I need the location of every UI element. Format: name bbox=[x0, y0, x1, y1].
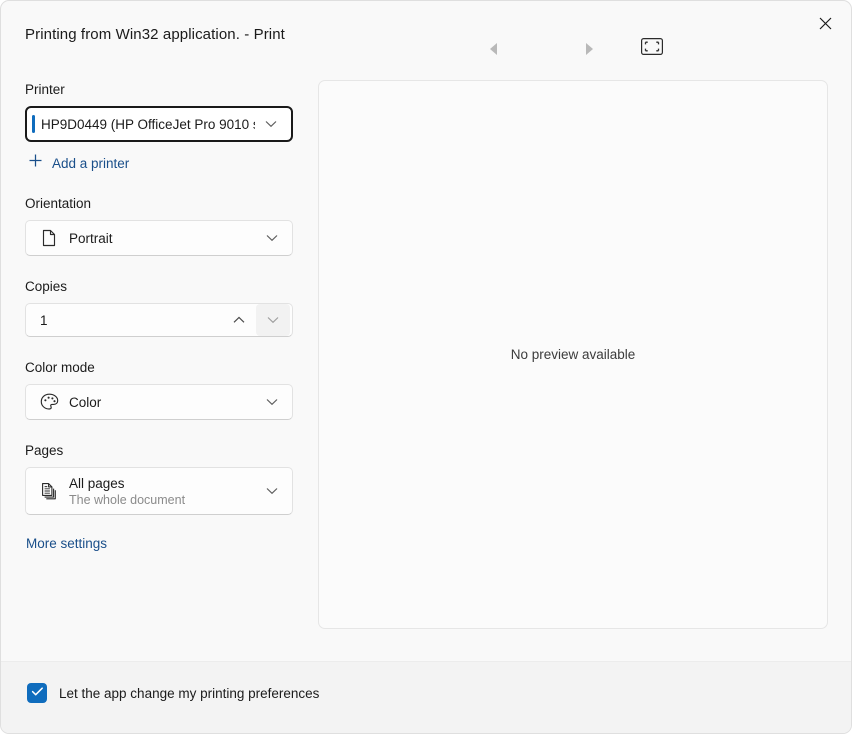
previous-page-button[interactable] bbox=[479, 35, 507, 63]
copies-stepper[interactable]: 1 bbox=[25, 303, 293, 337]
copies-section: Copies 1 bbox=[25, 278, 295, 337]
chevron-down-icon bbox=[258, 398, 286, 406]
window-title: Printing from Win32 application. - Print bbox=[25, 26, 285, 43]
checkbox-box[interactable] bbox=[27, 683, 47, 703]
printer-label: Printer bbox=[25, 81, 295, 99]
add-printer-label: Add a printer bbox=[52, 156, 129, 171]
chevron-down-icon bbox=[267, 311, 279, 329]
copies-decrement-button[interactable] bbox=[256, 304, 290, 336]
print-dialog-window: Printing from Win32 application. - Print bbox=[0, 0, 852, 734]
chevron-down-icon bbox=[258, 487, 286, 495]
fit-to-page-button[interactable] bbox=[638, 36, 666, 62]
orientation-select[interactable]: Portrait bbox=[25, 220, 293, 256]
plus-icon bbox=[28, 153, 43, 173]
palette-icon bbox=[39, 392, 59, 412]
footer-bar: Let the app change my printing preferenc… bbox=[1, 662, 852, 734]
preview-empty-message: No preview available bbox=[511, 347, 636, 362]
close-button[interactable] bbox=[803, 6, 847, 40]
orientation-selected-value: Portrait bbox=[69, 231, 258, 246]
pages-selected-value: All pages bbox=[69, 476, 258, 491]
printer-select[interactable]: HP9D0449 (HP OfficeJet Pro 9010 se bbox=[25, 106, 293, 142]
add-printer-button[interactable]: Add a printer bbox=[28, 153, 129, 173]
chevron-up-icon bbox=[233, 311, 245, 329]
pages-text-group: All pages The whole document bbox=[69, 476, 258, 507]
color-mode-section: Color mode Color bbox=[25, 359, 295, 420]
color-mode-label: Color mode bbox=[25, 359, 295, 377]
copies-label: Copies bbox=[25, 278, 295, 296]
chevron-down-icon bbox=[258, 234, 286, 242]
pages-label: Pages bbox=[25, 442, 295, 460]
fit-to-page-icon bbox=[641, 38, 663, 60]
settings-panel: Printer HP9D0449 (HP OfficeJet Pro 9010 … bbox=[25, 81, 295, 551]
orientation-section: Orientation Portrait bbox=[25, 195, 295, 256]
chevron-down-icon bbox=[257, 120, 285, 128]
printer-selected-value: HP9D0449 (HP OfficeJet Pro 9010 se bbox=[41, 117, 255, 132]
printing-preferences-label: Let the app change my printing preferenc… bbox=[59, 686, 319, 701]
color-mode-select[interactable]: Color bbox=[25, 384, 293, 420]
close-icon bbox=[819, 17, 832, 30]
more-settings-link[interactable]: More settings bbox=[26, 536, 107, 551]
copies-value[interactable]: 1 bbox=[40, 313, 222, 328]
orientation-label: Orientation bbox=[25, 195, 295, 213]
printing-preferences-checkbox[interactable]: Let the app change my printing preferenc… bbox=[27, 683, 319, 703]
print-preview-pane: No preview available bbox=[318, 80, 828, 629]
copies-increment-button[interactable] bbox=[222, 304, 256, 336]
title-bar: Printing from Win32 application. - Print bbox=[1, 1, 852, 71]
pages-section: Pages All pages The whole document bbox=[25, 442, 295, 515]
pages-subtitle: The whole document bbox=[69, 493, 258, 507]
printer-section: Printer HP9D0449 (HP OfficeJet Pro 9010 … bbox=[25, 81, 295, 173]
triangle-right-icon bbox=[586, 43, 593, 55]
color-mode-selected-value: Color bbox=[69, 395, 258, 410]
preview-toolbar bbox=[471, 35, 676, 63]
next-page-button[interactable] bbox=[575, 35, 603, 63]
selection-accent-bar bbox=[32, 115, 35, 133]
triangle-left-icon bbox=[490, 43, 497, 55]
page-icon bbox=[39, 228, 59, 248]
checkmark-icon bbox=[31, 684, 44, 702]
documents-stack-icon bbox=[39, 481, 59, 501]
pages-select[interactable]: All pages The whole document bbox=[25, 467, 293, 515]
